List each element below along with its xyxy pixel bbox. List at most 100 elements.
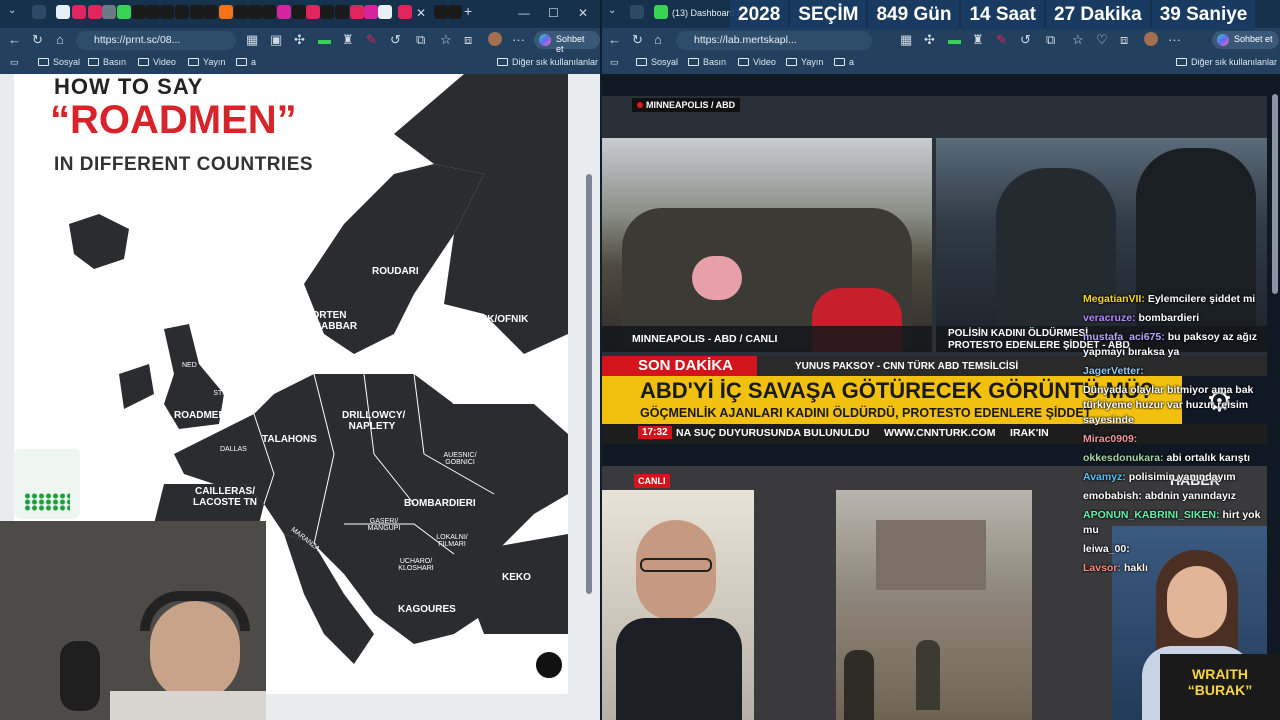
tab-15[interactable] <box>248 5 262 19</box>
tab-23[interactable] <box>364 5 378 19</box>
extension-icon[interactable]: ✣ <box>294 32 305 48</box>
reload-icon[interactable]: ↻ <box>32 32 43 48</box>
chat-text: bombardieri <box>1138 312 1200 324</box>
tab-12[interactable] <box>204 5 218 19</box>
tab-3[interactable] <box>72 5 86 19</box>
tab-27[interactable] <box>448 5 462 19</box>
extension-icon[interactable]: ♜ <box>342 32 354 48</box>
tab-close-icon[interactable]: ✕ <box>416 6 426 20</box>
split-screen-icon[interactable]: ⧉ <box>416 32 425 48</box>
guest-glasses <box>640 558 712 572</box>
favorites-icon[interactable]: ☆ <box>440 32 452 48</box>
tab-8[interactable] <box>146 5 160 19</box>
tab-21[interactable] <box>335 5 349 19</box>
tab-7[interactable] <box>132 5 146 19</box>
folder-icon <box>138 58 149 66</box>
tab-4[interactable] <box>88 5 102 19</box>
extension-icon[interactable]: ▦ <box>246 32 258 48</box>
back-icon[interactable]: ← <box>8 32 21 47</box>
bookmarks-toggle-icon[interactable]: ▭ <box>10 57 19 68</box>
new-tab-icon[interactable]: + <box>464 3 472 19</box>
favorites-icon[interactable]: ☆ <box>1072 32 1084 48</box>
profile-avatar[interactable] <box>1144 32 1158 46</box>
tab-menu-icon[interactable]: ⌄ <box>8 5 22 19</box>
extension-icon[interactable]: ▣ <box>270 32 282 48</box>
tab-1[interactable] <box>32 5 46 19</box>
chat-message: emobabish: abdnin yanındayız <box>1083 489 1273 504</box>
map-label-gopnik: GOPNIK/OFNIK <box>455 314 529 325</box>
bookmark-folder[interactable]: Basın <box>688 57 726 67</box>
tab-20[interactable] <box>320 5 334 19</box>
tab-11[interactable] <box>190 5 204 19</box>
home-icon[interactable]: ⌂ <box>56 32 64 47</box>
profile-avatar[interactable] <box>488 32 502 46</box>
tab-13[interactable] <box>219 5 233 19</box>
bookmark-folder[interactable]: Yayın <box>786 57 823 67</box>
chat-message: Lavsor: haklı <box>1083 561 1273 576</box>
tab-24[interactable] <box>378 5 392 19</box>
tab-25-active[interactable] <box>398 5 412 19</box>
heart-icon[interactable]: ♡ <box>1096 32 1108 48</box>
bookmarks-toggle-icon[interactable]: ▭ <box>610 57 619 68</box>
refresh-extension-icon[interactable]: ↺ <box>390 32 401 48</box>
tab-9[interactable] <box>160 5 174 19</box>
bookmarks-bar: ▭ Sosyal Basın Video Yayın a Diğer sık k… <box>0 52 600 74</box>
reload-icon[interactable]: ↻ <box>632 32 643 48</box>
map-label-orten: ORTEN GRABBAR <box>306 310 358 332</box>
tab-14[interactable] <box>234 5 248 19</box>
bookmark-folder[interactable]: Sosyal <box>38 57 80 67</box>
bookmark-folder[interactable]: Yayın <box>188 57 225 67</box>
tab-10[interactable] <box>175 5 189 19</box>
bookmark-folder[interactable]: a <box>236 57 256 67</box>
page-scrollbar[interactable] <box>586 174 592 594</box>
extension-icon[interactable]: ✎ <box>996 32 1007 48</box>
tab-17[interactable] <box>277 5 291 19</box>
bookmark-folder[interactable]: Video <box>738 57 776 67</box>
home-icon[interactable]: ⌂ <box>654 32 662 47</box>
back-icon[interactable]: ← <box>608 32 621 47</box>
maximize-icon[interactable]: ☐ <box>548 6 559 20</box>
bookmark-folder[interactable]: a <box>834 57 854 67</box>
collections-icon[interactable]: ⧈ <box>1120 32 1128 48</box>
more-icon[interactable]: ··· <box>1168 32 1181 47</box>
page-scrollbar[interactable] <box>1272 94 1278 294</box>
split-screen-icon[interactable]: ⧉ <box>1046 32 1055 48</box>
extension-icon[interactable]: ▬ <box>318 32 331 47</box>
tab-16[interactable] <box>262 5 276 19</box>
extension-icon[interactable]: ♜ <box>972 32 984 48</box>
minimize-icon[interactable]: — <box>518 6 530 20</box>
tab-18[interactable] <box>292 5 306 19</box>
tab-menu-icon[interactable]: ⌄ <box>608 5 622 19</box>
other-bookmarks[interactable]: Diğer sık kullanılanlar <box>497 57 598 67</box>
refresh-extension-icon[interactable]: ↺ <box>1020 32 1031 48</box>
tab-5[interactable] <box>102 5 116 19</box>
bookmark-folder[interactable]: Basın <box>88 57 126 67</box>
chat-message: Mirac0909: <box>1083 432 1273 447</box>
extension-icon[interactable]: ✎ <box>366 32 377 48</box>
tab-2[interactable] <box>56 5 70 19</box>
close-window-icon[interactable]: ✕ <box>578 6 588 20</box>
chat-text: haklı <box>1123 562 1148 574</box>
tab-26[interactable] <box>434 5 448 19</box>
tab-22[interactable] <box>350 5 364 19</box>
bookmark-folder[interactable]: Video <box>138 57 176 67</box>
copilot-button[interactable]: Sohbet et <box>534 31 600 54</box>
address-bar[interactable]: https://prnt.sc/08... <box>76 31 236 50</box>
other-bookmarks[interactable]: Diğer sık kullanılanlar <box>1176 57 1277 67</box>
map-label-straatratjes: STRAATRATJES/ DRERRIES <box>213 390 269 404</box>
map-title-line2: “ROADMEN” <box>50 98 297 142</box>
tab-1[interactable] <box>630 5 644 19</box>
chat-username: emobabish: <box>1083 490 1142 502</box>
more-icon[interactable]: ··· <box>512 32 525 47</box>
extension-icon[interactable]: ✣ <box>924 32 935 48</box>
tab-dashboard-icon[interactable] <box>654 5 668 19</box>
bookmark-folder[interactable]: Sosyal <box>636 57 678 67</box>
collections-icon[interactable]: ⧈ <box>464 32 472 48</box>
folder-icon <box>88 58 99 66</box>
extension-icon[interactable]: ▦ <box>900 32 912 48</box>
tab-6[interactable] <box>117 5 131 19</box>
tab-19[interactable] <box>306 5 320 19</box>
copilot-button[interactable]: Sohbet et <box>1212 31 1279 49</box>
address-bar[interactable]: https://lab.mertskapl... <box>676 31 872 50</box>
extension-icon[interactable]: ▬ <box>948 32 961 47</box>
